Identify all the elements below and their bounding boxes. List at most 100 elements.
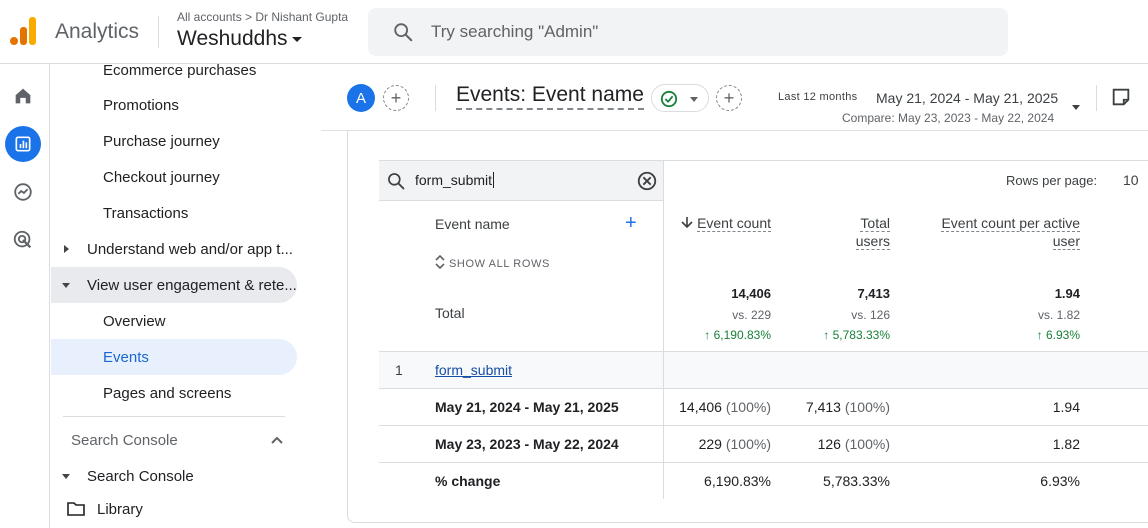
home-icon	[15, 88, 31, 104]
comparison-avatar[interactable]: A	[347, 84, 375, 112]
folder-icon	[67, 502, 85, 516]
date-range[interactable]: May 21, 2024 - May 21, 2025	[876, 90, 1058, 106]
show-all-rows-button[interactable]: SHOW ALL ROWS	[435, 254, 550, 270]
search-divider	[379, 200, 663, 201]
total-users-change: ↑ 5,783.33%	[823, 328, 890, 342]
table-search-value: form_submit	[415, 172, 495, 188]
header-label: user	[1052, 233, 1080, 250]
column-divider	[663, 352, 664, 389]
period-label: Last 12 months	[778, 91, 858, 103]
row-divider	[379, 462, 1148, 463]
compare-range[interactable]: Compare: May 23, 2023 - May 22, 2024	[842, 111, 1054, 125]
chevron-down-icon	[291, 36, 302, 42]
nav-group-label: Understand web and/or app t...	[87, 240, 293, 258]
reports-button[interactable]	[5, 126, 41, 162]
nav-group-user-engagement[interactable]: View user engagement & rete...	[51, 267, 297, 303]
property-name: Weshuddhs	[177, 27, 288, 50]
nav-item-label: Events	[103, 348, 149, 366]
total-event-count-change: ↑ 6,190.83%	[704, 328, 771, 342]
add-comparison-button[interactable]: +	[383, 85, 409, 111]
report-header: A + Events: Event name + Last 12 months …	[321, 64, 1148, 131]
advertising-button[interactable]	[5, 222, 41, 258]
column-header-event-name[interactable]: Event name	[435, 216, 510, 232]
cell-percent: (100%)	[844, 399, 890, 415]
collapse-arrow-icon	[62, 474, 70, 479]
report-status-button[interactable]	[651, 84, 709, 112]
event-name-link[interactable]: form_submit	[435, 362, 512, 378]
section-header-search-console[interactable]: Search Console	[71, 432, 178, 449]
nav-item-pages-and-screens[interactable]: Pages and screens	[51, 375, 297, 411]
report-title[interactable]: Events: Event name	[456, 83, 644, 110]
date-range-dropdown-icon[interactable]	[1072, 105, 1080, 110]
cell-value: 14,406	[679, 399, 722, 415]
add-filter-button[interactable]: +	[716, 85, 742, 111]
nav-item-label: Ecommerce purchases	[103, 64, 257, 79]
collapse-arrow-icon	[62, 283, 70, 288]
search-icon	[394, 23, 413, 42]
chevron-down-icon	[690, 97, 698, 102]
chevron-up-icon[interactable]	[271, 436, 283, 444]
total-users: 7,413	[857, 286, 890, 301]
nav-item-library[interactable]: Library	[51, 491, 297, 527]
nav-item-checkout-journey[interactable]: Checkout journey	[51, 159, 297, 195]
product-name: Analytics	[55, 20, 140, 43]
nav-group-understand-web-app[interactable]: Understand web and/or app t...	[51, 231, 297, 267]
current-total-users: 7,413 (100%)	[789, 399, 890, 415]
property-selector[interactable]: Weshuddhs	[177, 27, 302, 51]
column-header-events-per-user[interactable]: Event count per active user	[909, 214, 1080, 250]
column-header-total-users[interactable]: Total users	[799, 214, 890, 250]
clear-search-icon[interactable]	[636, 170, 658, 192]
total-event-count-compare: vs. 229	[732, 308, 771, 322]
nav-item-label: Library	[97, 500, 143, 518]
analytics-logo[interactable]	[10, 17, 38, 47]
sort-down-icon	[681, 217, 693, 228]
nav-item-ecommerce-purchases[interactable]: Ecommerce purchases	[51, 64, 297, 88]
change-events-per-user: 6.93%	[1040, 473, 1080, 489]
add-dimension-icon[interactable]: +	[625, 212, 637, 235]
total-events-per-user: 1.94	[1054, 286, 1080, 301]
nav-item-label: Checkout journey	[103, 168, 220, 186]
search-icon	[388, 173, 405, 190]
nav-item-label: Transactions	[103, 204, 189, 222]
rows-per-page-label: Rows per page:	[1006, 173, 1098, 188]
change-total-users: 5,783.33%	[823, 473, 890, 489]
cell-value: 229	[698, 436, 722, 452]
nav-item-events[interactable]: Events	[51, 339, 297, 375]
table-search-input[interactable]: form_submit	[379, 161, 663, 200]
row-divider	[379, 388, 1148, 389]
global-search[interactable]: Try searching "Admin"	[368, 8, 1008, 56]
account-breadcrumb[interactable]: All accounts > Dr Nishant Gupta	[177, 10, 348, 24]
header-label: Event count per active	[941, 215, 1080, 232]
cell-value: 126	[817, 436, 841, 452]
column-header-event-count[interactable]: Event count	[675, 214, 771, 232]
check-circle-icon	[660, 90, 678, 108]
note-icon[interactable]	[1110, 86, 1132, 108]
cell-percent: (100%)	[725, 399, 771, 415]
current-events-per-user: 1.94	[1052, 399, 1080, 415]
column-divider	[663, 161, 664, 499]
top-bar: Analytics All accounts > Dr Nishant Gupt…	[0, 0, 1148, 64]
header-label: users	[855, 233, 890, 250]
total-users-compare: vs. 126	[851, 308, 890, 322]
previous-events-per-user: 1.82	[1052, 436, 1080, 452]
report-navigation: Ecommerce purchases Promotions Purchase …	[51, 64, 321, 528]
change-event-count: 6,190.83%	[704, 473, 771, 489]
nav-item-transactions[interactable]: Transactions	[51, 195, 297, 231]
home-button[interactable]	[5, 78, 41, 114]
nav-item-promotions[interactable]: Promotions	[51, 87, 297, 123]
plus-icon: +	[390, 87, 402, 108]
nav-group-search-console[interactable]: Search Console	[51, 458, 297, 494]
current-event-count: 14,406 (100%)	[675, 399, 771, 415]
nav-item-label: Overview	[103, 312, 166, 330]
percent-change-label: % change	[435, 473, 501, 489]
rows-per-page-select[interactable]: 10	[1123, 172, 1139, 188]
data-table: form_submit Rows per page: 10 Event name…	[379, 160, 1148, 499]
nav-item-overview[interactable]: Overview	[51, 303, 297, 339]
nav-item-purchase-journey[interactable]: Purchase journey	[51, 123, 297, 159]
total-events-per-user-change: ↑ 6.93%	[1036, 328, 1080, 342]
nav-group-label: Search Console	[87, 467, 194, 485]
plus-icon: +	[723, 87, 735, 108]
explore-button[interactable]	[5, 174, 41, 210]
expand-arrow-icon	[64, 245, 69, 253]
search-placeholder: Try searching "Admin"	[431, 22, 599, 41]
